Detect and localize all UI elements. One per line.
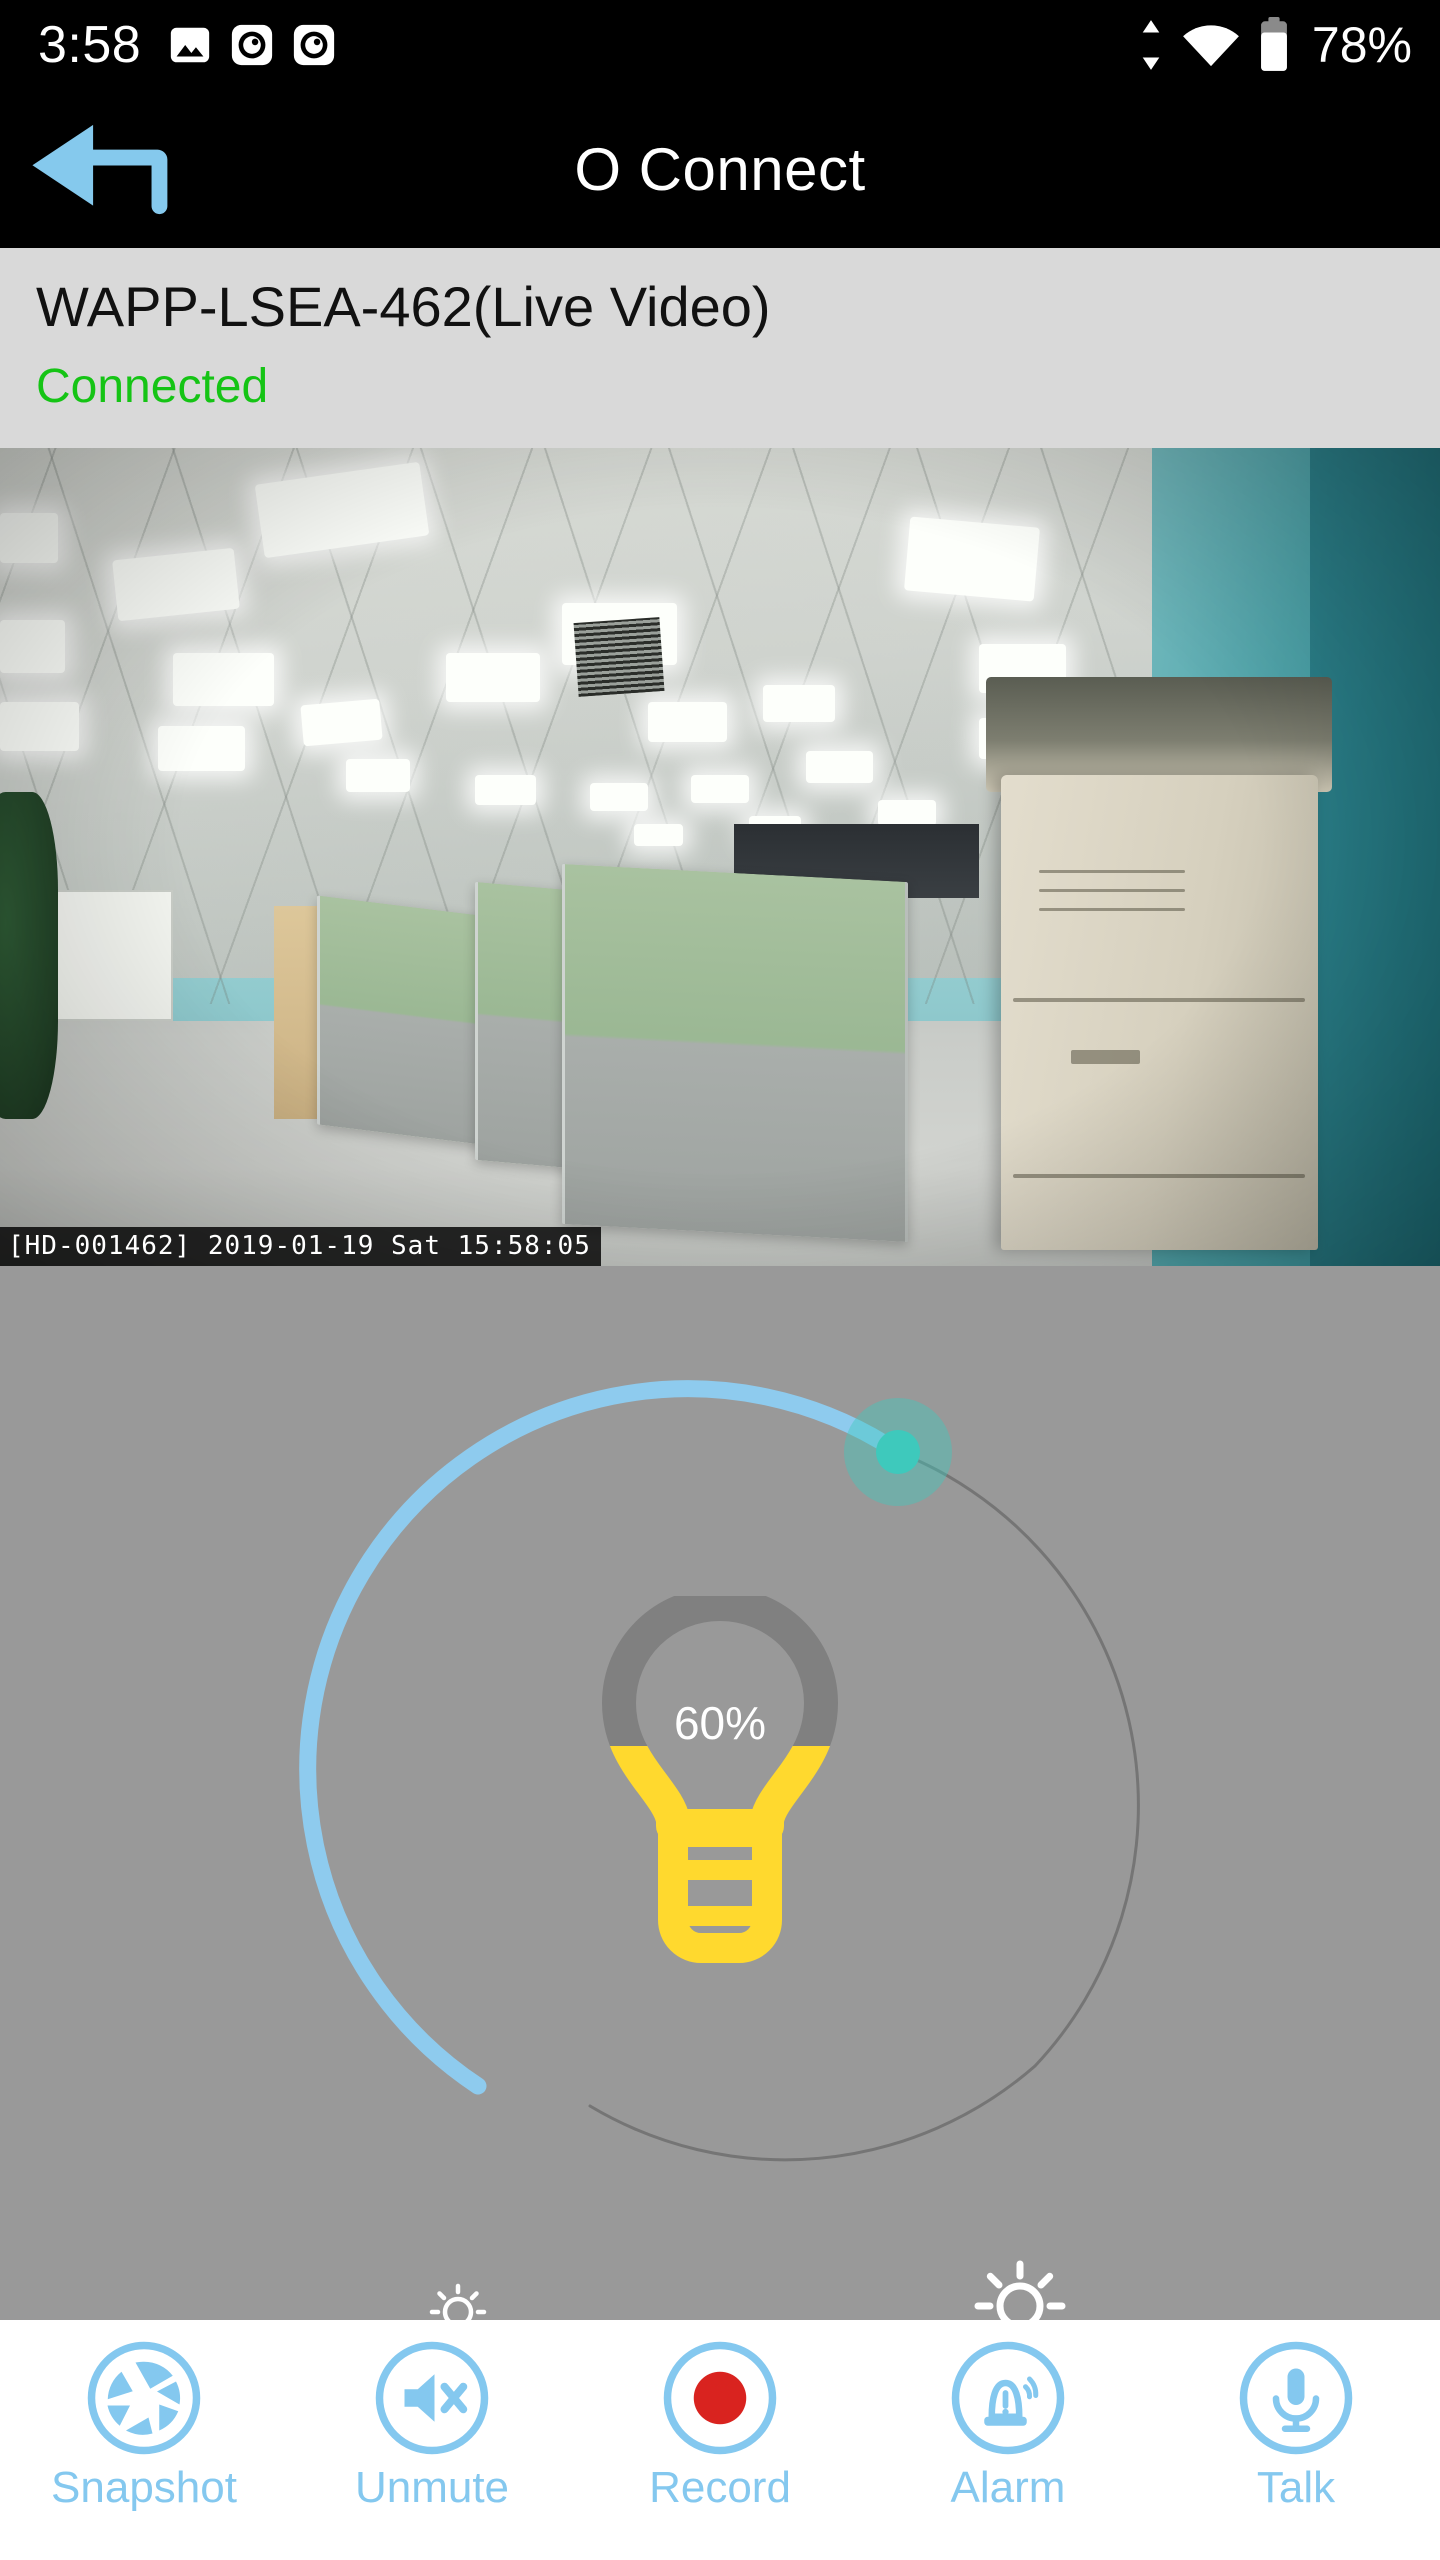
battery-percent-label: 78% <box>1311 17 1412 73</box>
sun-small-icon[interactable] <box>429 2283 487 2320</box>
microphone-icon <box>1239 2341 1353 2455</box>
back-button[interactable] <box>28 114 198 224</box>
live-video-view[interactable]: [HD-001462] 2019-01-19 Sat 15:58:05 <box>0 448 1440 1266</box>
status-bar: 3:58 78% <box>0 0 1440 90</box>
status-bar-notification-icons <box>167 22 337 68</box>
speaker-mute-icon <box>375 2341 489 2455</box>
brightness-dial[interactable] <box>0 1266 1440 2320</box>
eye-app-icon <box>232 24 273 66</box>
camera-aperture-icon <box>87 2341 201 2455</box>
status-bar-system-icons: 78% <box>1138 17 1412 73</box>
snapshot-label: Snapshot <box>51 2463 237 2512</box>
talk-button[interactable]: Talk <box>1196 2338 1396 2510</box>
video-scene <box>0 448 1440 1266</box>
brightness-control-panel: 60% <box>0 1266 1440 2320</box>
data-transfer-icon <box>1142 20 1160 70</box>
eye-app-icon <box>294 24 335 66</box>
device-name-label: WAPP-LSEA-462(Live Video) <box>36 275 771 338</box>
alarm-button[interactable]: Alarm <box>908 2338 1108 2510</box>
battery-icon <box>1260 17 1287 71</box>
wifi-icon <box>1183 25 1239 67</box>
alarm-label: Alarm <box>950 2463 1066 2512</box>
record-button[interactable]: Record <box>620 2338 820 2510</box>
connection-status-label: Connected <box>36 359 269 413</box>
video-timestamp-overlay: [HD-001462] 2019-01-19 Sat 15:58:05 <box>0 1227 601 1266</box>
back-arrow-icon <box>32 124 168 215</box>
app-screen: 3:58 78% O Connect WAPP-LSEA-462(Live Vi… <box>0 0 1440 2560</box>
scene-vignette <box>0 448 1440 1266</box>
talk-label: Talk <box>1256 2463 1336 2512</box>
dial-thumb[interactable] <box>876 1430 920 1474</box>
bottom-toolbar: Snapshot Unmute Record Alarm Talk <box>0 2320 1440 2560</box>
sun-large-icon[interactable] <box>974 2260 1066 2320</box>
photo-icon <box>171 27 210 63</box>
unmute-button[interactable]: Unmute <box>332 2338 532 2510</box>
title-bar: O Connect <box>0 90 1440 248</box>
device-info-bar: WAPP-LSEA-462(Live Video) Connected <box>0 248 1440 448</box>
snapshot-button[interactable]: Snapshot <box>44 2338 244 2510</box>
status-bar-clock: 3:58 <box>38 16 142 74</box>
record-dot-icon <box>663 2341 777 2455</box>
page-title: O Connect <box>574 135 866 203</box>
record-label: Record <box>649 2463 791 2512</box>
unmute-label: Unmute <box>354 2463 510 2512</box>
siren-icon <box>951 2341 1065 2455</box>
